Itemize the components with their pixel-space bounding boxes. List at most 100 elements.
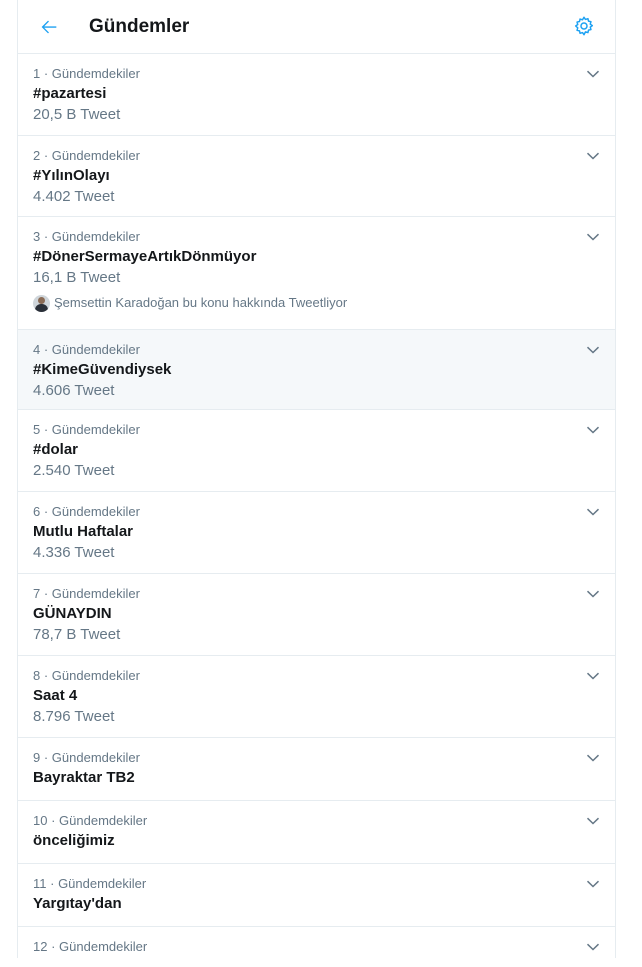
chevron-down-icon: [586, 590, 600, 598]
separator: ·: [40, 750, 52, 765]
chevron-down-icon: [586, 233, 600, 241]
trend-item[interactable]: 6 · Gündemdekiler Mutlu Haftalar 4.336 Twe…: [18, 492, 615, 574]
trend-item[interactable]: 10 · Gündemdekiler önceliğimiz: [18, 801, 615, 864]
trend-name[interactable]: #YılınOlayı: [33, 166, 600, 186]
trend-name[interactable]: Saat 4: [33, 686, 600, 706]
trend-name[interactable]: #KimeGüvendiysek: [33, 360, 600, 380]
more-options-button[interactable]: [585, 586, 601, 602]
timeline-column: Gündemler 1 · Gündemdekiler #pazartesi 20,…: [17, 0, 616, 967]
context-text: Şemsettin Karadoğan bu konu hakkında Twe…: [54, 295, 348, 310]
tweet-count: 8.796 Tweet: [33, 708, 115, 725]
more-options-button[interactable]: [585, 66, 601, 82]
trend-name[interactable]: #pazartesi: [33, 84, 600, 104]
tweet-count: 4.606 Tweet: [33, 382, 115, 399]
separator: ·: [40, 66, 52, 81]
trend-item[interactable]: 8 · Gündemdekiler Saat 4 8.796 Tweet: [18, 656, 615, 738]
trend-item[interactable]: 12 · Gündemdekiler: [18, 927, 615, 967]
tweet-count: 16,1 B Tweet: [33, 269, 121, 286]
trend-name[interactable]: Bayraktar TB2: [33, 768, 600, 788]
chevron-down-icon: [586, 346, 600, 354]
tweet-count: 4.402 Tweet: [33, 188, 115, 205]
more-options-button[interactable]: [585, 813, 601, 829]
trend-name[interactable]: GÜNAYDIN: [33, 604, 600, 624]
trend-category: Gündemdekiler: [51, 229, 140, 244]
trend-rank: 10: [33, 813, 48, 828]
trend-name[interactable]: #DönerSermayeArtıkDönmüyor: [33, 247, 600, 267]
trend-context: Şemsettin Karadoğan bu konu hakkında Twe…: [33, 294, 600, 312]
trend-item[interactable]: 4 · Gündemdekiler #KimeGüvendiysek 4.606 T…: [18, 330, 615, 410]
trend-meta: 7 · Gündemdekiler: [33, 586, 600, 602]
trend-category: Gündemdekiler: [51, 148, 140, 163]
separator: ·: [40, 229, 52, 244]
trend-list: 1 · Gündemdekiler #pazartesi 20,5 B Tweet 2…: [18, 54, 615, 967]
trend-meta: 3 · Gündemdekiler: [33, 229, 600, 245]
trend-item[interactable]: 9 · Gündemdekiler Bayraktar TB2: [18, 738, 615, 801]
trend-item[interactable]: 2 · Gündemdekiler #YılınOlayı 4.402 Tweet: [18, 136, 615, 217]
trend-item[interactable]: 5 · Gündemdekiler #dolar 2.540 Tweet: [18, 410, 615, 492]
more-options-button[interactable]: [585, 939, 601, 955]
page-title: Gündemler: [89, 16, 190, 37]
trend-category: Gündemdekiler: [58, 876, 147, 891]
chevron-down-icon: [586, 817, 600, 825]
trend-category: Gündemdekiler: [51, 668, 140, 683]
chevron-down-icon: [586, 943, 600, 951]
tweet-count: 78,7 B Tweet: [33, 626, 121, 643]
more-options-button[interactable]: [585, 504, 601, 520]
chevron-down-icon: [586, 880, 600, 888]
back-button[interactable]: [34, 12, 64, 42]
chevron-down-icon: [586, 754, 600, 762]
trend-meta: 9 · Gündemdekiler: [33, 750, 600, 766]
trend-name[interactable]: Yargıtay'dan: [33, 894, 600, 914]
more-options-button[interactable]: [585, 668, 601, 684]
trend-category: Gündemdekiler: [51, 66, 140, 81]
separator: ·: [46, 876, 59, 891]
trend-meta: 6 · Gündemdekiler: [33, 504, 600, 520]
chevron-down-icon: [586, 70, 600, 78]
settings-button[interactable]: [571, 13, 597, 39]
trend-category: Gündemdekiler: [51, 422, 140, 437]
trend-category: Gündemdekiler: [59, 939, 148, 954]
tweet-count: 20,5 B Tweet: [33, 106, 121, 123]
trend-category: Gündemdekiler: [51, 504, 140, 519]
trend-item[interactable]: 3 · Gündemdekiler #DönerSermayeArtıkDönmü…: [18, 217, 615, 330]
trend-category: Gündemdekiler: [51, 750, 140, 765]
trend-item[interactable]: 11 · Gündemdekiler Yargıtay'dan: [18, 864, 615, 927]
separator: ·: [40, 422, 52, 437]
more-options-button[interactable]: [585, 750, 601, 766]
trend-meta: 12 · Gündemdekiler: [33, 939, 600, 955]
trend-item[interactable]: 1 · Gündemdekiler #pazartesi 20,5 B Tweet: [18, 54, 615, 136]
trend-meta: 4 · Gündemdekiler: [33, 342, 600, 358]
trend-name[interactable]: Mutlu Haftalar: [33, 522, 600, 542]
trend-name[interactable]: önceliğimiz: [33, 831, 600, 851]
chevron-down-icon: [586, 672, 600, 680]
tweet-count: 2.540 Tweet: [33, 462, 115, 479]
trend-category: Gündemdekiler: [51, 586, 140, 601]
trend-meta: 2 · Gündemdekiler: [33, 148, 600, 164]
separator: ·: [47, 939, 60, 954]
trend-rank: 12: [33, 939, 48, 954]
trend-meta: 11 · Gündemdekiler: [33, 876, 600, 892]
arrow-left-icon: [41, 20, 57, 34]
avatar: [33, 294, 50, 312]
more-options-button[interactable]: [585, 229, 601, 245]
trend-meta: 1 · Gündemdekiler: [33, 66, 600, 82]
trend-meta: 10 · Gündemdekiler: [33, 813, 600, 829]
separator: ·: [47, 813, 60, 828]
chevron-down-icon: [586, 152, 600, 160]
trend-meta: 8 · Gündemdekiler: [33, 668, 600, 684]
trend-category: Gündemdekiler: [59, 813, 148, 828]
trend-category: Gündemdekiler: [51, 342, 140, 357]
more-options-button[interactable]: [585, 342, 601, 358]
more-options-button[interactable]: [585, 148, 601, 164]
trend-name[interactable]: #dolar: [33, 440, 600, 460]
separator: ·: [40, 342, 52, 357]
more-options-button[interactable]: [585, 876, 601, 892]
tweet-count: 4.336 Tweet: [33, 544, 115, 561]
separator: ·: [40, 668, 52, 683]
more-options-button[interactable]: [585, 422, 601, 438]
chevron-down-icon: [586, 508, 600, 516]
trend-item[interactable]: 7 · Gündemdekiler GÜNAYDIN 78,7 B Tweet: [18, 574, 615, 656]
trend-meta: 5 · Gündemdekiler: [33, 422, 600, 438]
separator: ·: [40, 148, 52, 163]
trend-rank: 11: [33, 876, 47, 891]
